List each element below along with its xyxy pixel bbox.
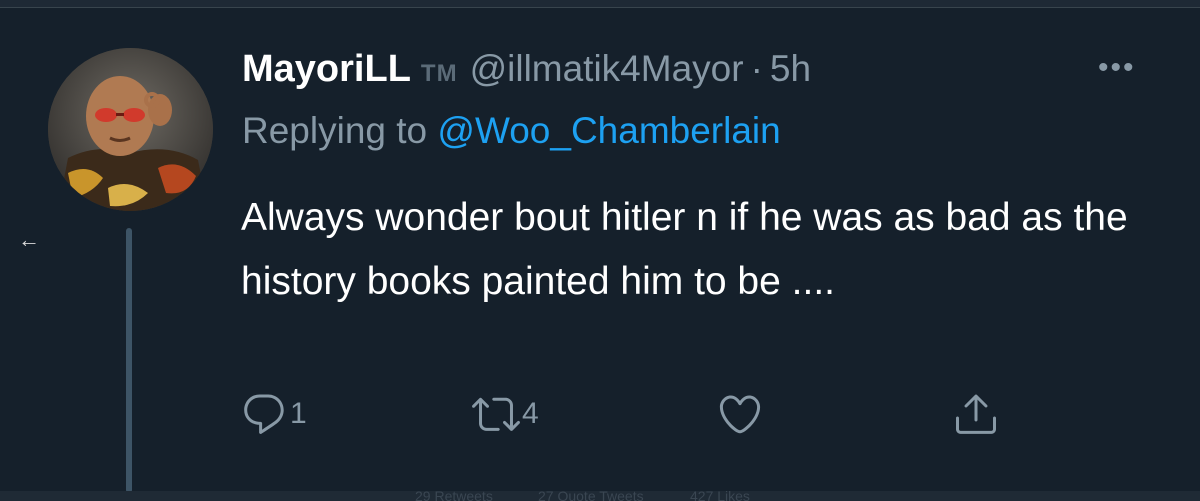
top-divider [0,0,1200,8]
tweet-header: MayoriLL TM @illmatik4Mayor · 5h [242,48,811,94]
replying-to-line: Replying to @Woo_Chamberlain [242,110,781,152]
reply-count: 1 [290,397,307,430]
replying-to-mention[interactable]: @Woo_Chamberlain [437,110,780,151]
share-button[interactable] [952,390,1000,438]
name-badge: TM [420,60,458,87]
tweet-screenshot: ← MayoriLL TM @illmatik4Mayor · 5h ••• R… [0,0,1200,501]
retweet-count: 4 [522,397,539,430]
retweet-icon [472,397,520,431]
tweet-actions: 1 4 [240,390,1040,450]
retweet-button[interactable]: 4 [472,390,539,438]
back-arrow-icon[interactable]: ← [18,229,40,251]
header-separator: · [750,48,763,89]
retweets-stat[interactable]: 29 Retweets [415,488,493,501]
user-handle[interactable]: @illmatik4Mayor [470,48,744,90]
avatar-photo-icon [48,48,213,211]
likes-stat[interactable]: 427 Likes [690,488,750,501]
more-options-icon[interactable]: ••• [1098,53,1136,83]
quote-tweets-stat[interactable]: 27 Quote Tweets [538,488,644,501]
timestamp[interactable]: 5h [770,48,811,90]
replying-prefix: Replying to [242,110,428,151]
tweet-text: Always wonder bout hitler n if he was as… [241,196,1128,303]
share-icon [956,394,996,434]
reply-button[interactable]: 1 [240,390,307,438]
reply-icon [244,394,284,434]
avatar[interactable] [48,48,213,211]
display-name[interactable]: MayoriLL [242,48,411,91]
like-button[interactable] [716,390,764,438]
thread-line [126,228,132,493]
heart-icon [719,395,761,434]
